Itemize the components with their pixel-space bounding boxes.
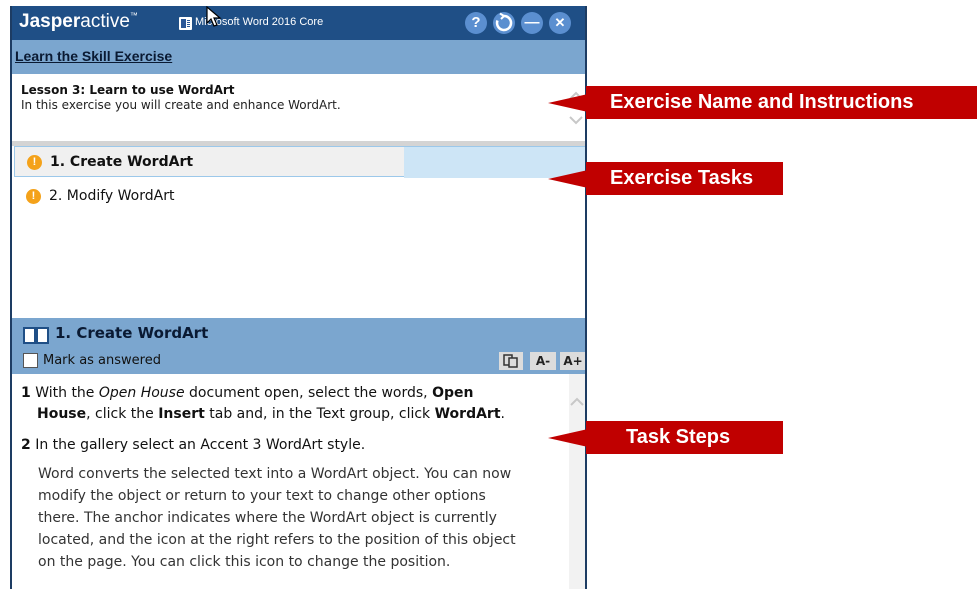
- callout-tasks: Exercise Tasks: [548, 162, 783, 195]
- step-doc-name: Open House: [98, 385, 185, 401]
- instructions-box: Lesson 3: Learn to use WordArt In this e…: [12, 74, 585, 146]
- word-app-icon: [179, 17, 192, 30]
- copy-button[interactable]: [499, 352, 523, 370]
- step-number: 2: [21, 437, 31, 453]
- mark-answered-label[interactable]: Mark as answered: [43, 353, 161, 368]
- brand-bold: Jasper: [19, 11, 81, 32]
- close-button[interactable]: ✕: [549, 12, 571, 34]
- font-increase-button[interactable]: A+: [560, 352, 585, 370]
- task-steps: 1 With the Open House document open, sel…: [12, 374, 585, 589]
- step-text: tab and, in the Text group, click: [204, 406, 435, 422]
- step-text: In the gallery select an Accent 3 WordAr…: [35, 437, 366, 453]
- font-decrease-button[interactable]: A-: [530, 352, 556, 370]
- step-title: 1. Create WordArt: [55, 324, 209, 342]
- task-list: ! 1. Create WordArt ! 2. Modify WordArt: [12, 146, 585, 318]
- step-header: 1. Create WordArt Mark as answered A- A+: [12, 318, 585, 374]
- brand-light: active: [80, 11, 130, 32]
- step-keyword: Insert: [158, 406, 205, 422]
- sync-button[interactable]: [493, 12, 515, 34]
- mark-answered-checkbox[interactable]: [23, 353, 38, 368]
- task-item-modify-wordart[interactable]: ! 2. Modify WordArt: [14, 181, 585, 212]
- mouse-cursor-icon: [206, 6, 222, 27]
- explanation-line: Word converts the selected text into a W…: [38, 466, 512, 482]
- sync-icon: [495, 12, 513, 32]
- brand-logo: Jasperactive™: [19, 11, 138, 33]
- step-2: 2 In the gallery select an Accent 3 Word…: [21, 435, 566, 456]
- step-text: With the: [35, 385, 99, 401]
- explanation-line: located, and the icon at the right refer…: [38, 532, 516, 548]
- brand-tm: ™: [129, 11, 138, 20]
- scroll-up-icon[interactable]: [570, 396, 584, 406]
- section-title[interactable]: Learn the Skill Exercise: [15, 48, 172, 64]
- explanation-line: there. The anchor indicates where the Wo…: [38, 510, 497, 526]
- step-keyword: WordArt: [434, 406, 501, 422]
- step-text: document open, select the words,: [184, 385, 433, 401]
- explanation-line: modify the object or return to your text…: [38, 488, 486, 504]
- step-keyword: House: [37, 406, 87, 422]
- step-text: .: [500, 406, 505, 422]
- task-label: 2. Modify WordArt: [49, 188, 175, 204]
- lesson-title: Lesson 3: Learn to use WordArt: [21, 83, 235, 97]
- step-1: 1 With the Open House document open, sel…: [21, 383, 566, 425]
- scroll-down-icon[interactable]: [569, 116, 583, 126]
- step-number: 1: [21, 385, 31, 401]
- title-bar: Jasperactive™ Microsoft Word 2016 Core ?…: [12, 6, 585, 40]
- jasperactive-panel: Jasperactive™ Microsoft Word 2016 Core ?…: [10, 6, 587, 589]
- lesson-description: In this exercise you will create and enh…: [21, 98, 341, 112]
- callout-steps: Task Steps: [548, 421, 783, 454]
- step-keyword: Open: [432, 385, 474, 401]
- task-label: 1. Create WordArt: [50, 154, 194, 170]
- callout-instructions: Exercise Name and Instructions: [548, 86, 977, 119]
- help-button[interactable]: ?: [465, 12, 487, 34]
- warning-icon: !: [26, 189, 41, 204]
- book-icon: [23, 327, 49, 344]
- explanation-line: on the page. You can click this icon to …: [38, 554, 451, 570]
- task-item-create-wordart[interactable]: ! 1. Create WordArt: [14, 146, 585, 178]
- minimize-button[interactable]: —: [521, 12, 543, 34]
- step-text: , click the: [86, 406, 159, 422]
- copy-icon: [503, 354, 518, 368]
- step-explanation: Word converts the selected text into a W…: [38, 463, 578, 573]
- warning-icon: !: [27, 155, 42, 170]
